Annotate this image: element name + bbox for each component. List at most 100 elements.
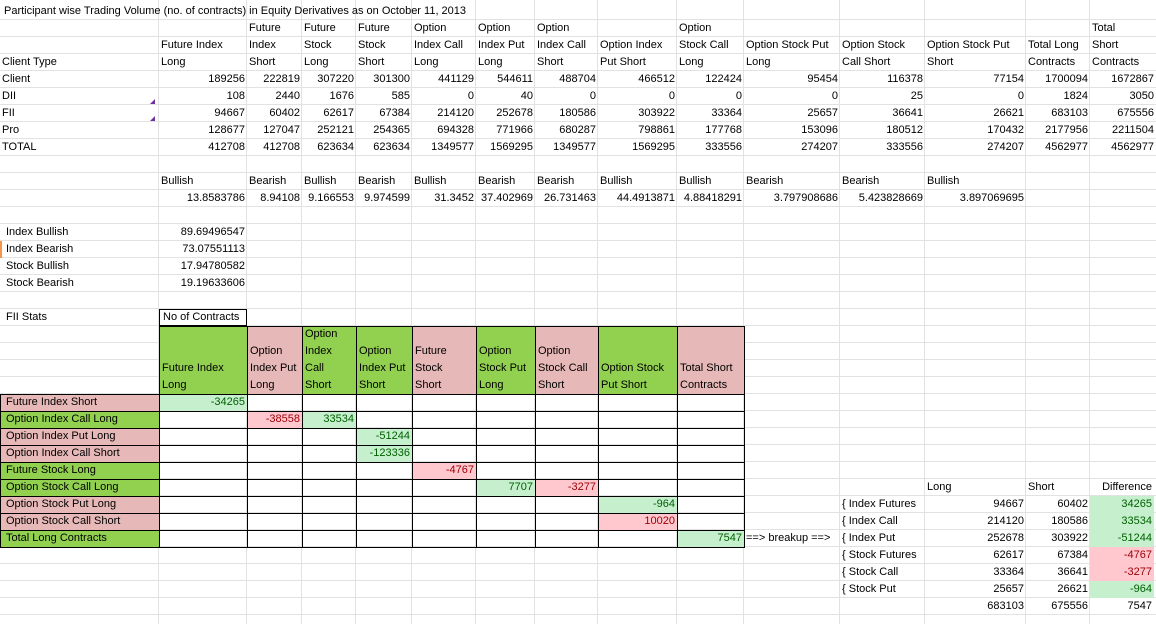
total-short: 675556 xyxy=(1051,600,1088,612)
column-header-line: Option xyxy=(250,345,283,357)
table-cell: 680287 xyxy=(559,124,596,136)
table-cell: 544611 xyxy=(497,73,533,85)
breakup-short: 26621 xyxy=(1057,583,1088,595)
breakup-difference: 34265 xyxy=(1090,496,1154,513)
header-long: Long xyxy=(927,481,952,493)
table-cell: 4562977 xyxy=(1045,141,1088,153)
matrix-cell xyxy=(356,513,413,531)
sentiment-label: Bearish xyxy=(358,175,396,187)
column-header: Option xyxy=(478,22,511,34)
matrix-cell xyxy=(412,394,477,412)
table-cell: 77154 xyxy=(993,73,1024,85)
matrix-cell xyxy=(535,445,599,463)
matrix-cell xyxy=(476,513,536,531)
sentiment-value: 5.423828669 xyxy=(858,192,923,204)
table-cell: 122424 xyxy=(705,73,742,85)
column-header: Option Stock xyxy=(842,39,905,51)
column-header: Short xyxy=(358,56,385,68)
column-header: Short xyxy=(537,56,564,68)
column-header-line: Option xyxy=(359,345,392,357)
table-cell: 108 xyxy=(226,90,245,102)
breakup-label: { Stock Put xyxy=(842,583,896,595)
table-cell: 1824 xyxy=(1063,90,1088,102)
total-long: 683103 xyxy=(987,600,1024,612)
column-header: Option Stock Put xyxy=(746,39,829,51)
column-header: Future Index xyxy=(161,39,223,51)
row-label: FII xyxy=(2,107,15,119)
column-header: Total Long xyxy=(1028,39,1079,51)
sentiment-label: Bullish xyxy=(304,175,337,187)
matrix-cell xyxy=(535,411,599,429)
table-cell: 1349577 xyxy=(553,141,596,153)
matrix-cell xyxy=(247,496,303,514)
table-cell: 1700094 xyxy=(1045,73,1088,85)
table-cell: 26621 xyxy=(993,107,1024,119)
breakup-long: 94667 xyxy=(993,498,1024,510)
fii-column-header: Option Stock Put Short xyxy=(598,326,678,395)
column-header-line: Long xyxy=(162,379,187,391)
matrix-cell xyxy=(356,394,413,412)
table-cell: 127047 xyxy=(263,124,300,136)
table-cell: 222819 xyxy=(263,73,300,85)
matrix-cell xyxy=(535,428,599,446)
column-header: Option Index xyxy=(600,39,663,51)
matrix-cell xyxy=(677,462,745,480)
column-header: Option Stock Put xyxy=(927,39,1010,51)
sentiment-value: 9.974599 xyxy=(364,192,410,204)
matrix-cell xyxy=(412,445,477,463)
table-cell: 274207 xyxy=(801,141,838,153)
matrix-cell xyxy=(356,411,413,429)
summary-value: 17.94780582 xyxy=(180,260,245,272)
sentiment-label: Bullish xyxy=(161,175,194,187)
breakup-long: 33364 xyxy=(993,566,1024,578)
column-header: Future xyxy=(358,22,390,34)
matrix-value: -4767 xyxy=(445,464,474,476)
row-label: Pro xyxy=(2,124,20,136)
row-header-label: Option Stock Call Long xyxy=(6,481,119,493)
table-cell: 128677 xyxy=(208,124,245,136)
table-cell: 62617 xyxy=(323,107,354,119)
matrix-value-cell: 7547 xyxy=(678,531,744,547)
summary-value: 73.07551113 xyxy=(182,243,245,255)
sentiment-value: 37.402969 xyxy=(481,192,533,204)
column-header: Call Short xyxy=(842,56,891,68)
column-header: Total xyxy=(1092,22,1116,34)
sentiment-label: Bearish xyxy=(249,175,287,187)
comment-marker xyxy=(150,99,155,104)
fii-column-header: Option Index Put Short xyxy=(356,326,413,395)
column-header: Option xyxy=(537,22,570,34)
sentiment-value: 31.3452 xyxy=(434,192,474,204)
matrix-cell xyxy=(247,428,303,446)
fii-row-header: Option Stock Put Long xyxy=(0,496,160,514)
sentiment-value: 3.797908686 xyxy=(773,192,838,204)
column-header: Long xyxy=(161,56,186,68)
column-header-line: Short xyxy=(305,379,332,391)
column-header-line: Index Put xyxy=(250,362,297,374)
matrix-cell xyxy=(159,513,248,531)
column-header-line: Index Put xyxy=(359,362,406,374)
table-cell: 1349577 xyxy=(431,141,474,153)
table-cell: 623634 xyxy=(373,141,410,153)
table-cell: 1569295 xyxy=(490,141,533,153)
column-header: Long xyxy=(414,56,439,68)
breakup-label: { Stock Futures xyxy=(842,549,917,561)
total-difference: 7547 xyxy=(1127,600,1152,612)
table-cell: 0 xyxy=(735,90,742,102)
table-cell: 153096 xyxy=(801,124,838,136)
breakup-short: 60402 xyxy=(1057,498,1088,510)
breakup-difference: -4767 xyxy=(1090,547,1154,564)
matrix-cell xyxy=(598,445,678,463)
column-header: Put Short xyxy=(600,56,646,68)
column-header: Option xyxy=(414,22,447,34)
matrix-cell xyxy=(598,462,678,480)
matrix-cell xyxy=(356,462,413,480)
table-cell: 36641 xyxy=(892,107,923,119)
table-cell: 180512 xyxy=(886,124,923,136)
matrix-value-cell: -38558 xyxy=(248,412,302,428)
table-cell: 798861 xyxy=(638,124,675,136)
matrix-value: -51244 xyxy=(375,430,410,442)
table-cell: 771966 xyxy=(496,124,533,136)
breakup-short: 303922 xyxy=(1051,532,1088,544)
breakup-difference: -3277 xyxy=(1090,564,1154,581)
table-cell: 333556 xyxy=(705,141,742,153)
